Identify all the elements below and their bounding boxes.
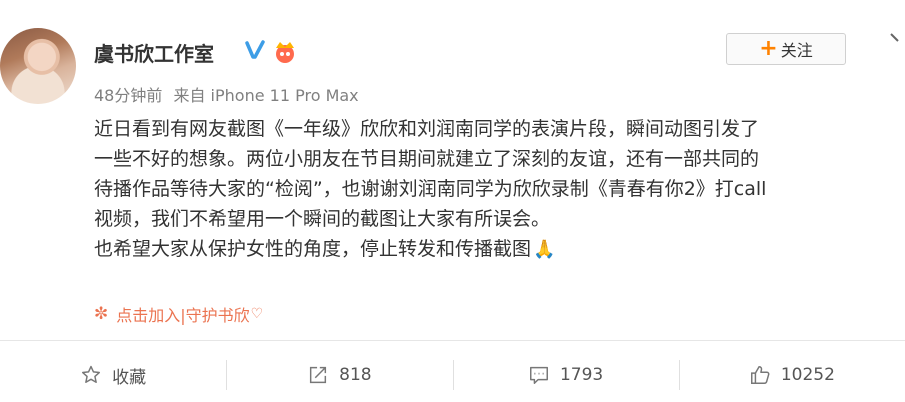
author-name[interactable]: 虞书欣工作室 <box>94 38 214 67</box>
content-line-last: 也希望大家从保护女性的角度，停止转发和传播截图 🙏 <box>94 234 902 265</box>
post-content: 近日看到有网友截图《一年级》欣欣和刘润南同学的表演片段，瞬间动图引发了 一些不好… <box>94 114 902 265</box>
join-supergroup-link[interactable]: ✼ 点击加入|守护书欣 ♡ <box>94 302 263 326</box>
verified-icon <box>245 40 265 59</box>
comment-icon <box>530 366 548 384</box>
like-button[interactable]: 10252 <box>678 350 905 400</box>
repost-icon <box>310 366 327 384</box>
post-source: 来自 iPhone 11 Pro Max <box>173 86 359 105</box>
flower-icon: ✼ <box>94 304 109 324</box>
divider <box>0 340 905 341</box>
weibo-post-card: 虞书欣工作室 + 关注 48分钟前 来自 iPhone 11 Pro Max 近… <box>0 0 905 402</box>
post-time[interactable]: 48分钟前 <box>94 86 162 105</box>
content-line: 待播作品等待大家的“检阅”，也谢谢刘润南同学为欣欣录制《青春有你2》打call <box>94 178 767 200</box>
plus-icon: + <box>759 36 778 61</box>
repost-count: 818 <box>339 365 372 385</box>
heart-icon: ♡ <box>250 306 264 322</box>
join-link-text: 点击加入|守护书欣 <box>116 306 250 325</box>
content-line: 近日看到有网友截图《一年级》欣欣和刘润南同学的表演片段，瞬间动图引发了 <box>94 118 760 140</box>
pray-emoji: 🙏 <box>533 239 556 260</box>
content-line: 视频，我们不希望用一个瞬间的截图让大家有所误会。 <box>94 208 551 230</box>
favorite-label: 收藏 <box>112 367 147 388</box>
star-icon <box>82 365 101 383</box>
favorite-button[interactable]: 收藏 <box>0 350 226 400</box>
post-meta: 48分钟前 来自 iPhone 11 Pro Max <box>94 82 365 106</box>
crown-badge-icon <box>276 42 294 63</box>
like-count: 10252 <box>780 365 835 385</box>
comment-button[interactable]: 1793 <box>452 350 679 400</box>
follow-button[interactable]: + 关注 <box>726 33 846 65</box>
content-line: 一些不好的想象。两位小朋友在节目期间就建立了深刻的友谊，还有一部共同的 <box>94 148 760 170</box>
avatar[interactable] <box>0 28 76 104</box>
follow-label: 关注 <box>780 41 813 60</box>
like-icon <box>750 366 770 384</box>
action-bar: 收藏 818 1793 10252 <box>0 350 905 400</box>
content-line: 也希望大家从保护女性的角度，停止转发和传播截图 <box>94 238 532 260</box>
comment-count: 1793 <box>559 365 604 385</box>
repost-button[interactable]: 818 <box>226 350 452 400</box>
chevron-down-icon[interactable] <box>889 30 905 46</box>
